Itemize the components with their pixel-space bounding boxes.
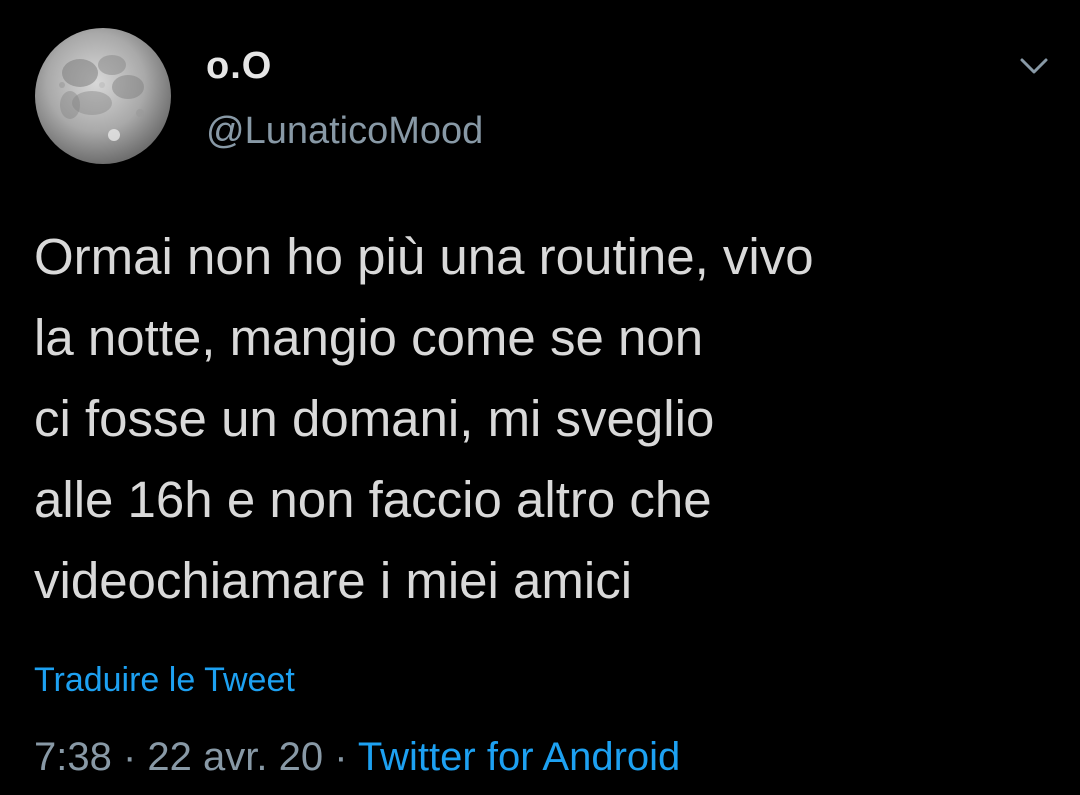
tweet-date: 22 avr. 20 (147, 735, 324, 779)
translate-tweet-link[interactable]: Traduire le Tweet (34, 658, 295, 702)
tweet-text: Ormai non ho più una routine, vivo la no… (34, 228, 814, 609)
display-name[interactable]: o.O (206, 44, 272, 88)
chevron-down-icon[interactable] (1016, 52, 1052, 80)
tweet-time: 7:38 (34, 735, 112, 779)
user-handle[interactable]: @LunaticoMood (206, 108, 483, 154)
full-moon-icon (35, 28, 171, 164)
tweet-meta: 7:38 · 22 avr. 20 · Twitter for Android (34, 732, 680, 782)
avatar[interactable] (32, 25, 174, 167)
meta-separator: · (111, 735, 148, 779)
tweet-source-link[interactable]: Twitter for Android (358, 735, 680, 779)
tweet-card: o.O @LunaticoMood Ormai non ho più una r… (0, 0, 1080, 795)
meta-separator: · (323, 735, 358, 779)
